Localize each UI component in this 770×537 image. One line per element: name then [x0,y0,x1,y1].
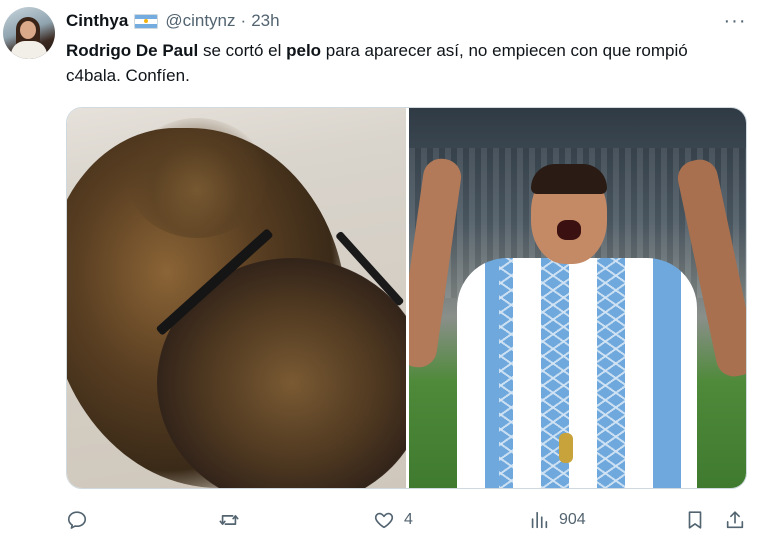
more-options-icon[interactable]: ··· [722,10,748,32]
argentina-flag-icon [134,13,159,29]
bookmark-button[interactable] [684,505,706,535]
like-count: 4 [404,511,413,528]
tweet: Cinthya @cintynz · 23h ··· Rodrigo De Pa… [0,0,770,537]
retweet-icon [219,515,239,525]
mouth-shape [557,220,581,240]
share-icon [726,511,744,529]
views-button[interactable]: 904 [528,505,586,535]
views-count: 904 [559,511,586,528]
bold-word: pelo [286,41,322,60]
timestamp[interactable]: 23h [251,11,279,31]
reply-button[interactable] [66,505,97,535]
goal-net-shape [499,258,649,488]
views-icon [531,511,548,529]
avatar[interactable] [3,7,55,59]
avatar-body [11,41,47,59]
author-handle[interactable]: @cintynz [165,11,235,31]
hair-cut-photo[interactable] [67,108,406,488]
share-button[interactable] [724,505,746,535]
mention-text: Rodrigo De Paul [66,41,199,60]
avatar-face [20,21,36,39]
separator-dot: · [240,11,247,30]
medal-shape [559,433,573,463]
tweet-text-part: se cortó el [198,41,287,60]
tweet-header: Cinthya @cintynz · 23h [66,10,280,32]
heart-icon [374,512,394,529]
hair-shape [531,164,607,194]
player-celebration-photo[interactable] [409,108,746,488]
author-name[interactable]: Cinthya [66,11,128,31]
bookmark-icon [688,511,702,529]
like-button[interactable]: 4 [373,505,413,535]
media-grid [66,107,747,489]
hair-pile-shape [127,118,267,238]
action-bar: 4 904 [66,505,748,535]
retweet-button[interactable] [218,505,249,535]
reply-icon [67,511,87,529]
tweet-text: Rodrigo De Paul se cortó el pelo para ap… [66,38,746,88]
